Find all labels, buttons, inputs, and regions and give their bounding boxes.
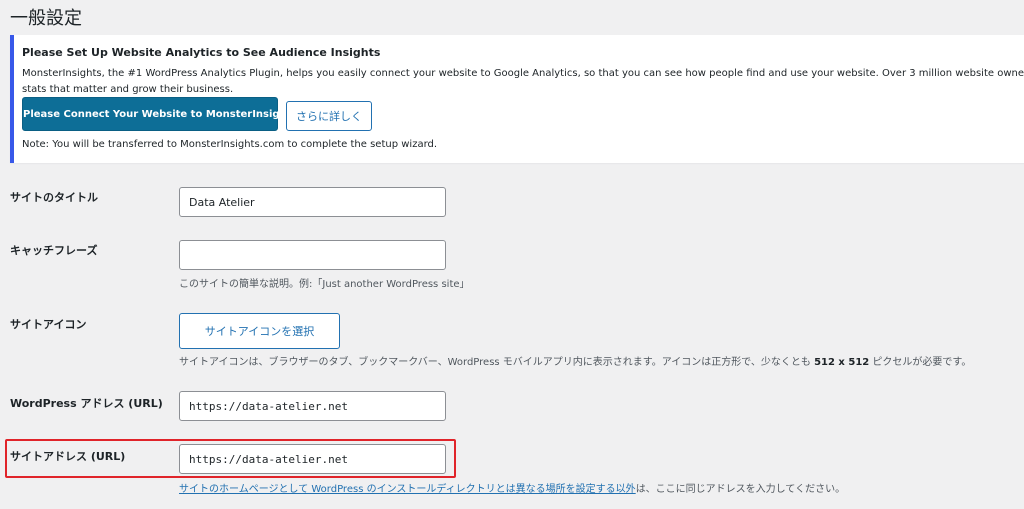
learn-more-button[interactable]: さらに詳しく bbox=[286, 101, 372, 131]
notice-title: Please Set Up Website Analytics to See A… bbox=[22, 46, 381, 59]
select-site-icon-button[interactable]: サイトアイコンを選択 bbox=[179, 313, 340, 349]
notice-body: MonsterInsights, the #1 WordPress Analyt… bbox=[22, 66, 1024, 98]
site-address-label: サイトアドレス (URL) bbox=[10, 450, 126, 463]
site-address-input[interactable] bbox=[179, 444, 446, 474]
notice-body-line: stats that matter and grow their busines… bbox=[22, 84, 234, 95]
site-address-help: サイトのホームページとして WordPress のインストールディレクトリとは異… bbox=[179, 480, 845, 495]
site-icon-description-text: ピクセルが必要です。 bbox=[869, 357, 972, 368]
site-icon-description: サイトアイコンは、ブラウザーのタブ、ブックマークバー、WordPress モバイ… bbox=[179, 353, 971, 368]
analytics-notice: Please Set Up Website Analytics to See A… bbox=[10, 35, 1024, 163]
site-title-label: サイトのタイトル bbox=[10, 191, 98, 204]
tagline-label: キャッチフレーズ bbox=[10, 244, 98, 257]
connect-monsterinsights-button[interactable]: Please Connect Your Website to MonsterIn… bbox=[22, 97, 297, 131]
site-icon-label: サイトアイコン bbox=[10, 318, 87, 331]
notice-body-line: MonsterInsights, the #1 WordPress Analyt… bbox=[22, 68, 1024, 79]
wordpress-address-label: WordPress アドレス (URL) bbox=[10, 397, 163, 410]
tagline-description: このサイトの簡単な説明。例:「Just another WordPress si… bbox=[179, 279, 470, 290]
site-icon-description-text: サイトアイコンは、ブラウザーのタブ、ブックマークバー、WordPress モバイ… bbox=[179, 357, 815, 368]
site-title-input[interactable] bbox=[179, 187, 446, 217]
notice-note: Note: You will be transferred to Monster… bbox=[22, 139, 438, 150]
site-address-help-text: は、ここに同じアドレスを入力してください。 bbox=[635, 484, 846, 495]
site-icon-size: 512 x 512 bbox=[814, 357, 870, 368]
tagline-input[interactable] bbox=[179, 240, 446, 270]
wordpress-address-input[interactable] bbox=[179, 391, 446, 421]
site-address-help-link[interactable]: サイトのホームページとして WordPress のインストールディレクトリとは異… bbox=[179, 484, 636, 495]
page-title: 一般設定 bbox=[10, 8, 82, 29]
